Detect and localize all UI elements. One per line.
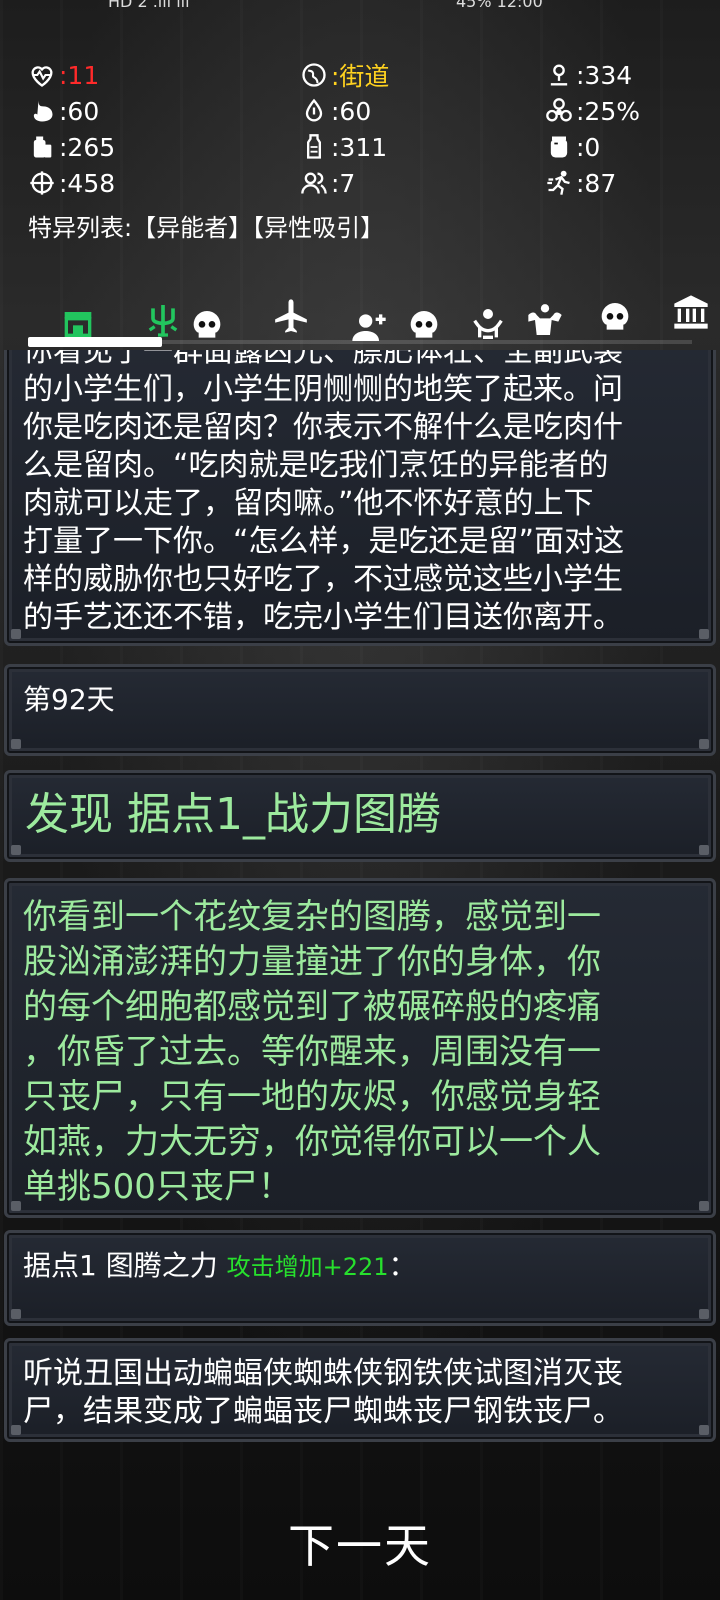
story-line: 如燕，力大无穷，你觉得你可以一个人 [23,1122,601,1162]
discovery-card: 发现 据点1_战力图腾 [4,770,716,862]
story-line: 听说丑国出动蝙蝠侠蜘蛛侠钢铁侠试图消灭丧 [23,1356,623,1391]
distance-value: :334 [576,60,633,90]
story-line: 样的威胁你也只好吃了，不过感觉这些小学生 [23,562,623,597]
stat-item: :0 [543,130,600,164]
signal-indicators: HD 2 .ill ill [108,0,190,11]
heartbeat-icon [26,60,58,90]
survivors-value: :7 [331,168,356,198]
drink-value: :311 [331,132,388,162]
stat-drink: :311 [298,130,387,164]
stat-water: :60 [298,94,371,128]
day-label: 第92天 [23,683,115,716]
stomach-icon [26,96,58,126]
story-line: 只丧尸，只有一地的灰烬，你感觉身轻 [23,1077,601,1117]
map-pin-icon [543,60,575,90]
stat-health: :11 [26,58,99,92]
stat-attack: :458 [26,166,115,200]
attack-value: :458 [59,168,116,198]
stat-hunger: :60 [26,94,99,128]
story-line: 尸，结果变成了蝙蝠丧尸蜘蛛丧尸钢铁丧尸。 [23,1394,623,1429]
story-line: 肉就可以走了，留肉嘛。”他不怀好意的上下 [23,486,594,521]
jar-icon [543,132,575,162]
attack-bonus: 攻击增加+221 [226,1253,389,1281]
hunger-value: :60 [59,96,100,126]
battery-clock: 45% 12:00 [456,0,543,11]
food-can-icon [26,132,58,162]
stat-food: :265 [26,130,115,164]
story-line: 么是留肉。“吃肉就是吃我们烹饪的异能者的 [23,448,609,483]
story-line: 你看见了一群面露凶光、膘肥体壮、全副武装 [23,350,623,369]
story-line: 股汹涌澎湃的力量撞进了你的身体，你 [23,942,601,982]
item-value: :0 [576,132,601,162]
system-status-bar: HD 2 .ill ill 45% 12:00 [0,0,720,14]
rumor-text: 听说丑国出动蝙蝠侠蜘蛛侠钢铁侠试图消灭丧 尸，结果变成了蝙蝠丧尸蜘蛛丧尸钢铁丧尸… [7,1341,713,1431]
totem-power-label: 据点1 图腾之力 [23,1249,227,1282]
tab-travel[interactable] [266,296,316,340]
skull-icon [595,298,635,342]
stat-location: :街道 [298,58,389,92]
day-card: 第92天 [4,664,716,756]
story-line: ，你昏了过去。等你醒来，周围没有一 [23,1032,601,1072]
tab-training[interactable] [520,300,570,344]
story-line: 的手艺还还不错，吃完小学生们目送你离开。 [23,600,623,635]
totem-power-line: 据点1 图腾之力 攻击增加+221： [7,1233,713,1286]
totem-story-text: 你看到一个花纹复杂的图腾，感觉到一 股汹涌澎湃的力量撞进了你的身体，你 的每个细… [7,881,713,1210]
tab-scroll-track [162,340,692,344]
water-value: :60 [331,96,372,126]
special-traits-list: 特异列表:【异能者】【异性吸引】 [28,214,385,242]
muscle-icon [525,300,565,344]
totem-power-card: 据点1 图腾之力 攻击增加+221： [4,1230,716,1326]
biohazard-icon [543,96,575,126]
health-value: :11 [59,60,100,90]
bottle-icon [298,132,330,162]
people-icon [298,168,330,198]
infection-value: :25% [576,96,640,126]
event-log[interactable]: 你看见了一群面露凶光、膘肥体壮、全副武装 的小学生们，小学生阴恻恻的地笑了起来。… [0,350,720,1458]
totem-power-colon: ： [388,1249,417,1282]
story-line: 的每个细胞都感觉到了被碾碎般的疼痛 [23,987,601,1027]
story-card: 你看见了一群面露凶光、膘肥体壮、全副武装 的小学生们，小学生阴恻恻的地笑了起来。… [4,350,716,646]
stat-survivors: :7 [298,166,355,200]
airplane-icon [271,296,311,340]
totem-story-card: 你看到一个花纹复杂的图腾，感觉到一 股汹涌澎湃的力量撞进了你的身体，你 的每个细… [4,878,716,1218]
story-line: 你是吃肉还是留肉？你表示不解什么是吃肉什 [23,410,623,445]
next-day-button[interactable]: 下一天 [0,1510,720,1576]
speed-value: :87 [576,168,617,198]
discovery-title: 发现 据点1_战力图腾 [25,789,441,840]
tab-zombie-3[interactable] [590,298,640,342]
tab-bank[interactable] [666,292,716,336]
food-value: :265 [59,132,116,162]
story-line: 打量了一下你。“怎么样，是吃还是留”面对这 [23,524,625,559]
globe-pin-icon [298,60,330,90]
water-drop-icon [298,96,330,126]
rumor-card: 听说丑国出动蝙蝠侠蜘蛛侠钢铁侠试图消灭丧 尸，结果变成了蝙蝠丧尸蜘蛛丧尸钢铁丧尸… [4,1338,716,1442]
location-value: :街道 [331,62,390,91]
stat-infection: :25% [543,94,640,128]
tab-active-indicator [28,337,162,347]
runner-icon [543,168,575,198]
stat-speed: :87 [543,166,616,200]
story-text: 你看见了一群面露凶光、膘肥体壮、全副武装 的小学生们，小学生阴恻恻的地笑了起来。… [7,350,713,637]
story-line: 你看到一个花纹复杂的图腾，感觉到一 [23,897,601,937]
bank-icon [671,292,711,336]
story-line: 的小学生们，小学生阴恻恻的地笑了起来。问 [23,372,623,407]
stat-distance: :334 [543,58,632,92]
crosshair-icon [26,168,58,198]
story-line: 单挑500只丧尸！ [23,1167,292,1207]
